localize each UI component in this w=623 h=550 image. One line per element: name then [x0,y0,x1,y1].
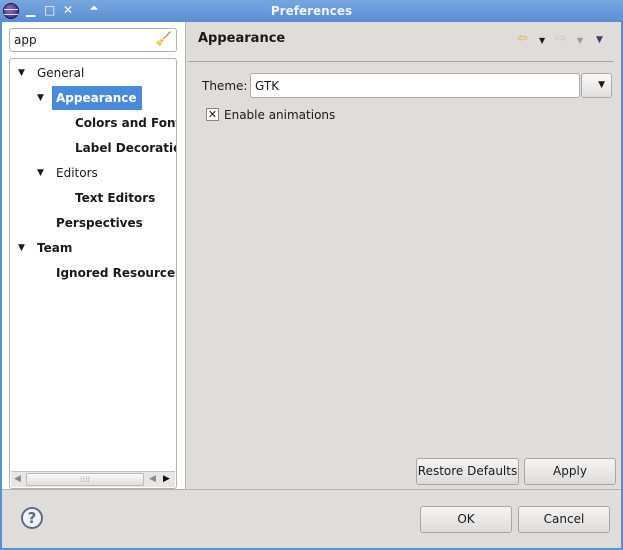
scroll-right-icon[interactable]: ▶ [163,472,170,487]
scroll-left-icon[interactable]: ◀ [14,472,21,487]
expand-toggle-icon[interactable]: ▼ [37,86,44,110]
chevron-down-icon: ▼ [598,80,605,90]
header-separator [188,61,614,62]
restore-defaults-button[interactable]: Restore Defaults [416,458,519,485]
scrollbar-thumb[interactable]: ⁞⁞⁞⁞ [26,473,144,486]
back-menu-icon[interactable]: ▼ [539,36,545,45]
bottom-separator [2,489,621,490]
tree-item[interactable]: Ignored Resources [52,261,176,285]
theme-combo[interactable]: GTK [250,73,580,98]
scroll-left-small-icon[interactable]: ◀ [149,472,156,487]
tree-item[interactable]: Appearance [52,86,142,110]
expand-toggle-icon[interactable]: ▼ [37,161,44,185]
tree-item[interactable]: Team [33,236,76,260]
help-icon[interactable]: ? [21,507,43,529]
forward-arrow-icon[interactable]: ⇨ [555,31,566,46]
tree-item[interactable]: Colors and Fonts [71,111,176,135]
forward-menu-icon[interactable]: ▼ [577,36,583,45]
theme-label: Theme: [202,79,248,93]
theme-value: GTK [255,79,280,93]
filter-value: app [14,33,37,47]
ok-button[interactable]: OK [420,506,512,533]
expand-toggle-icon[interactable]: ▼ [18,61,25,85]
page-title: Appearance [198,31,286,46]
expand-toggle-icon[interactable]: ▼ [18,236,25,260]
title-bar: ▁ □ ✕ ⏶ Preferences [0,0,623,22]
tree-item[interactable]: General [33,61,88,85]
tree-item[interactable]: Text Editors [71,186,159,210]
view-menu-icon[interactable]: ▼ [596,35,603,45]
back-arrow-icon[interactable]: ⇦ [517,31,528,46]
preference-tree: ◀ ⁞⁞⁞⁞ ◀ ▶ ▼ General ▼ Appearance Colors and… [9,58,177,489]
left-pane: app 🧹 ◀ ⁞⁞⁞⁞ ◀ ▶ ▼ General ▼ Appearance Colo… [2,22,186,490]
clear-filter-icon[interactable]: 🧹 [156,32,172,47]
cancel-button[interactable]: Cancel [518,506,610,533]
filter-input[interactable]: app 🧹 [9,28,177,52]
enable-animations-label[interactable]: Enable animations [224,108,335,122]
enable-animations-checkbox[interactable]: ✕ [206,108,219,121]
tree-item[interactable]: Editors [52,161,102,185]
tree-item[interactable]: Label Decorations [71,136,176,160]
preferences-dialog: app 🧹 ◀ ⁞⁞⁞⁞ ◀ ▶ ▼ General ▼ Appearance Colo… [2,22,621,548]
theme-dropdown-button[interactable]: ▼ [581,73,612,98]
horizontal-scrollbar[interactable]: ◀ ⁞⁞⁞⁞ ◀ ▶ [11,471,175,487]
tree-item[interactable]: Perspectives [52,211,147,235]
window-title: Preferences [270,4,353,18]
apply-button[interactable]: Apply [524,458,616,485]
